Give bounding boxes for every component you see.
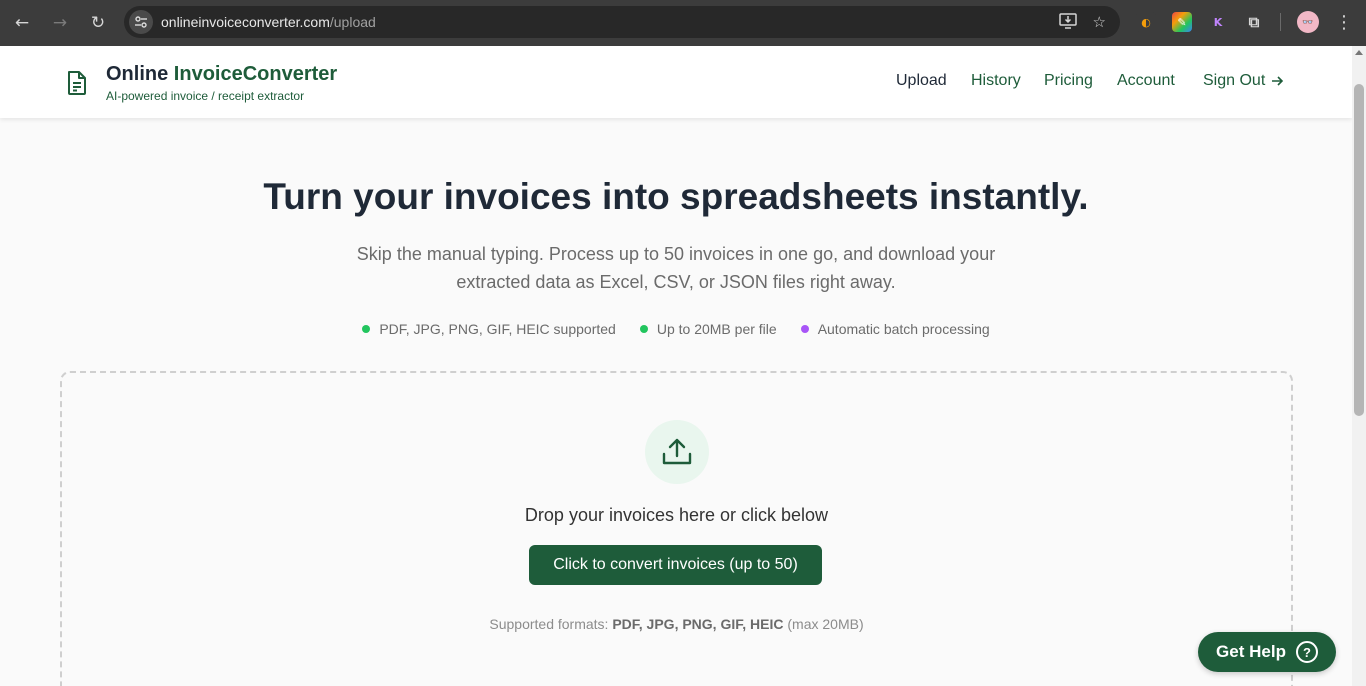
address-bar[interactable]: onlineinvoiceconverter.com/upload ☆ <box>124 6 1120 38</box>
brand-tagline: AI-powered invoice / receipt extractor <box>106 89 305 103</box>
extension-k-icon[interactable]: K <box>1208 12 1228 32</box>
formats-prefix: Supported formats: <box>489 616 613 632</box>
site-info-icon[interactable] <box>129 10 153 34</box>
green-dot-icon <box>362 325 371 333</box>
upload-dropzone[interactable]: Drop your invoices here or click below C… <box>60 371 1293 686</box>
feature-list: PDF, JPG, PNG, GIF, HEIC supported Up to… <box>0 321 1352 337</box>
get-help-button[interactable]: Get Help ? <box>1198 632 1336 672</box>
brand[interactable]: Online InvoiceConverter AI-powered invoi… <box>106 63 337 103</box>
browser-toolbar: ← → ↻ onlineinvoiceconverter.com/upload … <box>0 0 1366 46</box>
scroll-thumb[interactable] <box>1354 84 1364 416</box>
sign-out-label: Sign Out <box>1203 72 1266 89</box>
back-arrow-icon[interactable]: ← <box>10 11 34 35</box>
url-host: onlineinvoiceconverter.com <box>161 14 330 30</box>
question-circle-icon: ? <box>1295 641 1318 663</box>
feature-item: Automatic batch processing <box>800 321 990 337</box>
hero-title: Turn your invoices into spreadsheets ins… <box>263 176 1089 217</box>
extension-moon-icon[interactable]: ◐ <box>1136 12 1156 32</box>
toolbar-separator <box>1280 13 1281 31</box>
profile-avatar[interactable]: 👓 <box>1297 11 1319 33</box>
browser-menu-icon[interactable]: ⋮ <box>1335 12 1353 33</box>
convert-invoices-button[interactable]: Click to convert invoices (up to 50) <box>529 545 822 585</box>
url-text: onlineinvoiceconverter.com/upload <box>161 14 376 30</box>
hero-subtitle: Skip the manual typing. Process up to 50… <box>356 244 996 292</box>
green-dot-icon <box>639 325 648 333</box>
nav-pricing[interactable]: Pricing <box>1044 72 1093 90</box>
nav-upload[interactable]: Upload <box>896 72 947 90</box>
reload-icon[interactable]: ↻ <box>86 11 110 35</box>
feature-label: Automatic batch processing <box>817 321 990 337</box>
supported-formats: Supported formats: PDF, JPG, PNG, GIF, H… <box>62 616 1291 632</box>
nav-sign-out[interactable]: Sign Out <box>1203 72 1284 90</box>
avatar-glyph: 👓 <box>1302 16 1314 27</box>
feature-label: PDF, JPG, PNG, GIF, HEIC supported <box>379 321 616 337</box>
install-app-icon[interactable] <box>1058 13 1077 33</box>
brand-name: Online InvoiceConverter <box>106 63 337 86</box>
dropzone-prompt: Drop your invoices here or click below <box>524 505 829 525</box>
nav-account[interactable]: Account <box>1117 72 1175 90</box>
arrow-right-icon <box>1272 76 1284 86</box>
page: Online InvoiceConverter AI-powered invoi… <box>0 46 1352 686</box>
site-header: Online InvoiceConverter AI-powered invoi… <box>0 46 1352 118</box>
extension-color-picker-icon[interactable]: ✎ <box>1172 12 1192 32</box>
brand-accent: InvoiceConverter <box>173 63 338 85</box>
page-scrollbar[interactable] <box>1352 46 1366 686</box>
bookmark-star-icon[interactable]: ☆ <box>1093 13 1106 33</box>
nav-history[interactable]: History <box>971 72 1021 90</box>
forward-arrow-icon[interactable]: → <box>48 11 72 35</box>
document-icon[interactable] <box>66 70 88 101</box>
get-help-label: Get Help <box>1216 642 1286 661</box>
purple-dot-icon <box>800 325 809 333</box>
feature-item: Up to 20MB per file <box>639 321 777 337</box>
formats-suffix: (max 20MB) <box>783 616 864 632</box>
brand-prefix: Online <box>106 63 174 85</box>
upload-icon <box>645 420 709 484</box>
feature-item: PDF, JPG, PNG, GIF, HEIC supported <box>362 321 616 337</box>
extensions-puzzle-icon[interactable]: ⧉ <box>1244 12 1264 32</box>
feature-label: Up to 20MB per file <box>656 321 777 337</box>
scroll-up-arrow-icon[interactable] <box>1355 50 1363 55</box>
url-path: /upload <box>329 14 376 30</box>
formats-list: PDF, JPG, PNG, GIF, HEIC <box>612 616 784 632</box>
